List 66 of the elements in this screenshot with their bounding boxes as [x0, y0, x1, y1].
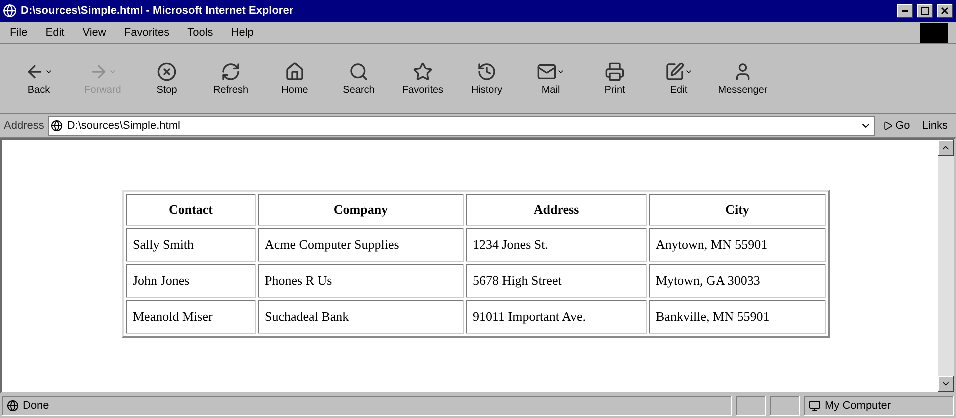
- toolbar-button[interactable]: History: [456, 54, 518, 104]
- menu-item[interactable]: Favorites: [122, 26, 172, 40]
- column-header: Company: [258, 194, 464, 226]
- menu-item[interactable]: Edit: [44, 26, 67, 40]
- toolbar-button[interactable]: Edit: [648, 54, 710, 104]
- table-cell: 1234 Jones St.: [466, 228, 647, 262]
- zone-text: My Computer: [825, 400, 892, 412]
- status-pane: [770, 396, 800, 416]
- address-label: Address: [4, 120, 44, 132]
- toolbar-button[interactable]: Search: [328, 54, 390, 104]
- menu-item[interactable]: Tools: [186, 26, 216, 40]
- scrollbar[interactable]: [938, 140, 954, 392]
- search-icon: [349, 62, 369, 82]
- toolbar-button[interactable]: Stop: [136, 54, 198, 104]
- table-cell: Suchadeal Bank: [258, 300, 464, 334]
- menu-item[interactable]: File: [8, 26, 30, 40]
- minimize-button[interactable]: [897, 4, 913, 18]
- window-title: D:\sources\Simple.html - Microsoft Internet Explorer: [21, 5, 295, 17]
- toolbar-button[interactable]: Back: [8, 54, 70, 104]
- maximize-button[interactable]: [917, 4, 933, 18]
- status-pane: [736, 396, 766, 416]
- maximize-icon: [921, 7, 929, 15]
- go-button[interactable]: Go: [878, 116, 914, 136]
- page-icon: [7, 400, 19, 412]
- edit-icon: [665, 62, 685, 82]
- scroll-down-button[interactable]: [938, 376, 954, 392]
- browser-icon: [3, 4, 17, 18]
- menu-item[interactable]: View: [80, 26, 108, 40]
- mail-icon: [537, 62, 557, 82]
- table-cell: Phones R Us: [258, 264, 464, 298]
- table-cell: John Jones: [126, 264, 256, 298]
- page-icon: [51, 120, 64, 132]
- toolbar-button[interactable]: Messenger: [712, 54, 774, 104]
- table-cell: Sally Smith: [126, 228, 256, 262]
- column-header: Address: [466, 194, 647, 226]
- star-icon: [413, 62, 433, 82]
- minimize-icon: [902, 10, 908, 12]
- column-header: City: [649, 194, 826, 226]
- table-cell: Meanold Miser: [126, 300, 256, 334]
- table-cell: Acme Computer Supplies: [258, 228, 464, 262]
- table-cell: Anytown, MN 55901: [649, 228, 826, 262]
- logo-block: [920, 22, 948, 42]
- table-cell: Mytown, GA 30033: [649, 264, 826, 298]
- address-field[interactable]: D:\sources\Simple.html: [48, 116, 875, 136]
- table-cell: 91011 Important Ave.: [466, 300, 647, 334]
- computer-icon: [809, 400, 821, 412]
- house-icon: [285, 62, 305, 82]
- status-text: Done: [23, 400, 50, 412]
- scroll-up-button[interactable]: [938, 140, 954, 156]
- toolbar-button[interactable]: Favorites: [392, 54, 454, 104]
- refresh-icon: [221, 62, 241, 82]
- close-icon: [941, 7, 949, 15]
- printer-icon: [605, 62, 625, 82]
- close-button[interactable]: [937, 4, 953, 18]
- table-cell: Bankville, MN 55901: [649, 300, 826, 334]
- go-arrow-icon: [882, 120, 893, 130]
- toolbar-button[interactable]: Mail: [520, 54, 582, 104]
- links-button[interactable]: Links: [918, 116, 952, 136]
- table-cell: 5678 High Street: [466, 264, 647, 298]
- toolbar-button[interactable]: Home: [264, 54, 326, 104]
- column-header: Contact: [126, 194, 256, 226]
- menu-item[interactable]: Help: [229, 26, 256, 40]
- history-icon: [477, 62, 497, 82]
- toolbar-button[interactable]: Refresh: [200, 54, 262, 104]
- toolbar-button[interactable]: Print: [584, 54, 646, 104]
- stop-icon: [157, 62, 177, 82]
